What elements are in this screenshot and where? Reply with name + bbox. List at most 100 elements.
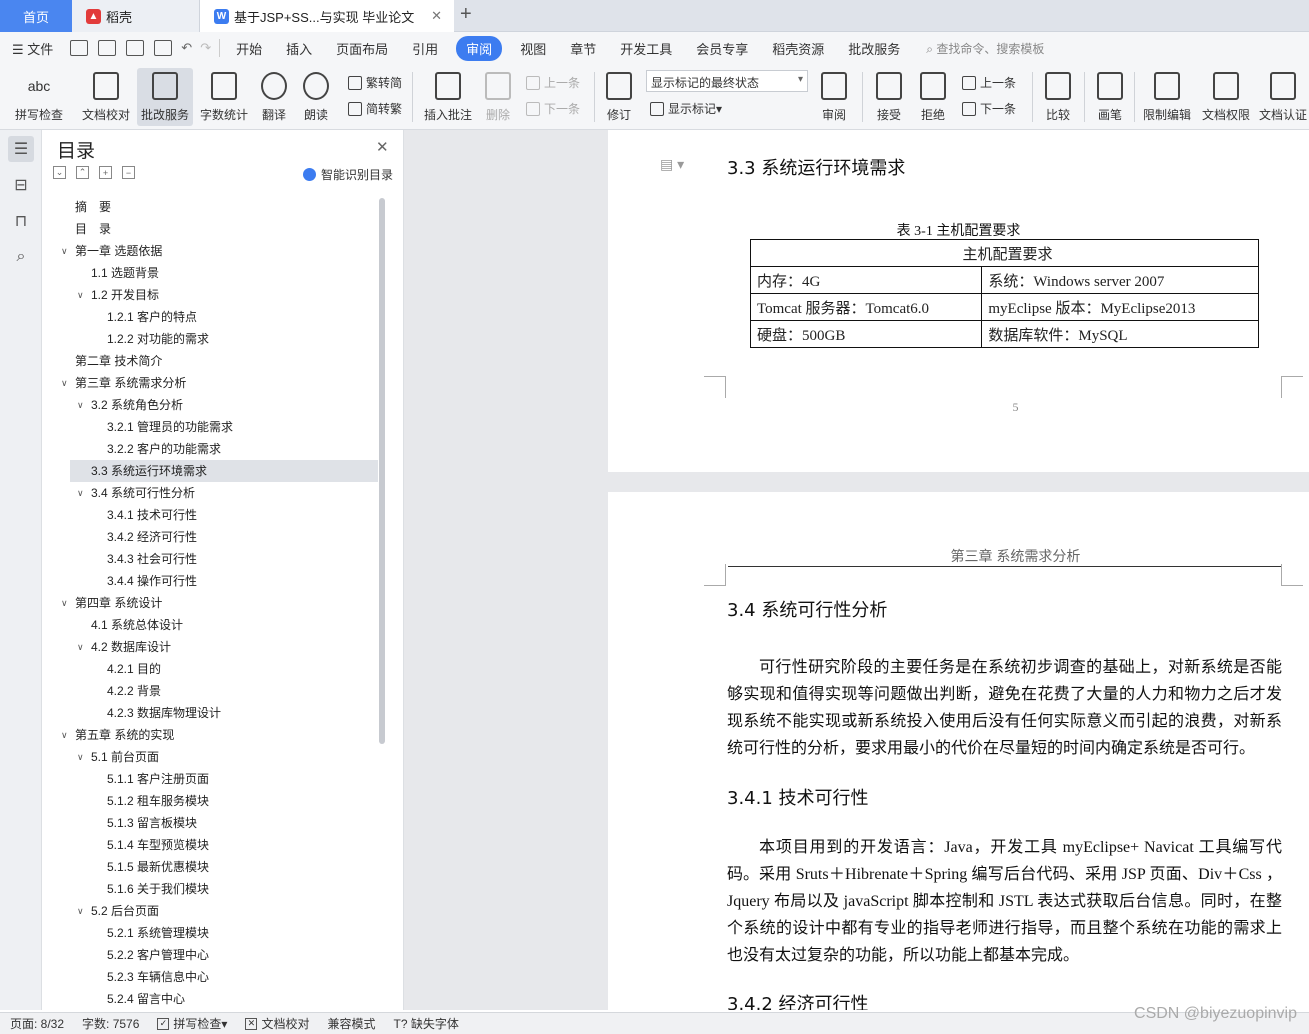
toc-item[interactable]: 5.2.4 留言中心 xyxy=(43,988,378,1010)
chevron-down-icon[interactable]: ∨ xyxy=(61,240,68,262)
add-tab-icon[interactable]: + xyxy=(460,3,472,26)
chevron-down-icon[interactable]: ∨ xyxy=(77,636,84,658)
menu-chapter[interactable]: 章节 xyxy=(558,39,608,58)
doc-proof-button[interactable]: 文档校对 xyxy=(78,68,134,126)
tab-home[interactable]: 首页 xyxy=(0,0,72,32)
toc-item[interactable]: 5.2.3 车辆信息中心 xyxy=(43,966,378,988)
chapter-nav-icon[interactable]: ⊟ xyxy=(8,172,34,198)
menu-member[interactable]: 会员专享 xyxy=(684,39,760,58)
toc-item[interactable]: 3.2.1 管理员的功能需求 xyxy=(43,416,378,438)
toc-icon[interactable]: ☰ xyxy=(8,136,34,162)
proof-status[interactable]: ✕ 文档校对 xyxy=(245,1015,309,1032)
doc-permission-button[interactable]: 文档权限 xyxy=(1199,68,1253,126)
toc-item[interactable]: 1.2.1 客户的特点 xyxy=(43,306,378,328)
toc-item[interactable]: 第二章 技术简介 xyxy=(43,350,378,372)
spell-check-status[interactable]: ✓ 拼写检查 ▾ xyxy=(157,1015,227,1032)
toc-item[interactable]: ∨ 5.1 前台页面 xyxy=(43,746,378,768)
minus-icon[interactable]: − xyxy=(122,166,135,179)
next-change-button[interactable]: 下一条 xyxy=(962,100,1016,117)
chevron-down-icon[interactable]: ∨ xyxy=(77,482,84,504)
toc-item[interactable]: 3.4.3 社会可行性 xyxy=(43,548,378,570)
export-icon[interactable] xyxy=(98,40,117,56)
toc-item[interactable]: 5.1.1 客户注册页面 xyxy=(43,768,378,790)
toc-item[interactable]: 5.2.2 客户管理中心 xyxy=(43,944,378,966)
toc-item[interactable]: ∨ 第一章 选题依据 xyxy=(43,240,378,262)
toc-item[interactable]: 5.1.2 租车服务模块 xyxy=(43,790,378,812)
search-icon[interactable]: ⌕ xyxy=(8,244,34,270)
chevron-down-icon[interactable]: ∨ xyxy=(77,284,84,306)
expand-all-icon[interactable]: ⌃ xyxy=(76,166,89,179)
toc-scrollbar[interactable] xyxy=(379,198,385,744)
menu-view[interactable]: 视图 xyxy=(508,39,558,58)
menu-docer-res[interactable]: 稻壳资源 xyxy=(760,39,836,58)
next-comment-button[interactable]: 下一条 xyxy=(526,100,580,117)
menu-start[interactable]: 开始 xyxy=(224,39,274,58)
print-icon[interactable] xyxy=(126,40,145,56)
chevron-down-icon[interactable]: ∨ xyxy=(61,724,68,746)
toc-item[interactable]: 摘 要 xyxy=(43,196,378,218)
toc-item[interactable]: ∨ 第四章 系统设计 xyxy=(43,592,378,614)
compare-button[interactable]: 比较 xyxy=(1038,68,1078,126)
preview-icon[interactable] xyxy=(154,40,173,56)
accept-button[interactable]: 接受 xyxy=(870,68,908,126)
toc-item[interactable]: 4.2.3 数据库物理设计 xyxy=(43,702,378,724)
menu-reference[interactable]: 引用 xyxy=(400,39,450,58)
toc-item[interactable]: 1.1 选题背景 xyxy=(43,262,378,284)
toc-item[interactable]: 5.2.1 系统管理模块 xyxy=(43,922,378,944)
undo-icon[interactable]: ↶ xyxy=(181,40,192,56)
doc-options-icon[interactable]: ▤ ▾ xyxy=(660,156,684,173)
toc-item[interactable]: 3.4.2 经济可行性 xyxy=(43,526,378,548)
menu-review[interactable]: 审阅 xyxy=(456,35,503,61)
read-aloud-button[interactable]: 朗读 xyxy=(298,68,334,126)
toc-item[interactable]: 4.2.1 目的 xyxy=(43,658,378,680)
menu-insert[interactable]: 插入 xyxy=(274,39,324,58)
chevron-down-icon[interactable]: ∨ xyxy=(77,746,84,768)
trad-to-simp-button[interactable]: 繁转简 xyxy=(348,74,402,91)
toc-item[interactable]: 5.1.6 关于我们模块 xyxy=(43,878,378,900)
toc-item[interactable]: 3.4.4 操作可行性 xyxy=(43,570,378,592)
tab-docer[interactable]: ▲ 稻壳 xyxy=(72,0,200,32)
chevron-down-icon[interactable]: ∨ xyxy=(77,900,84,922)
toc-item[interactable]: 3.4.1 技术可行性 xyxy=(43,504,378,526)
toc-item[interactable]: ∨ 3.2 系统角色分析 xyxy=(43,394,378,416)
toc-item[interactable]: ∨ 第三章 系统需求分析 xyxy=(43,372,378,394)
toc-item[interactable]: 3.3 系统运行环境需求 xyxy=(70,460,378,482)
page-indicator[interactable]: 页面: 8/32 xyxy=(10,1015,64,1032)
menu-layout[interactable]: 页面布局 xyxy=(324,39,400,58)
translate-button[interactable]: 翻译 xyxy=(255,68,293,126)
toc-item[interactable]: ∨ 5.2 后台页面 xyxy=(43,900,378,922)
simp-to-trad-button[interactable]: 简转繁 xyxy=(348,100,402,117)
show-markup-button[interactable]: 显示标记 ▾ xyxy=(650,100,722,117)
word-count-status[interactable]: 字数: 7576 xyxy=(82,1015,139,1032)
word-count-button[interactable]: 字数统计 xyxy=(196,68,252,126)
redo-icon[interactable]: ↷ xyxy=(200,40,211,56)
insert-comment-button[interactable]: 插入批注 xyxy=(422,68,474,126)
close-icon[interactable]: ✕ xyxy=(376,138,389,156)
toc-item[interactable]: 目 录 xyxy=(43,218,378,240)
toc-item[interactable]: 4.1 系统总体设计 xyxy=(43,614,378,636)
prev-comment-button[interactable]: 上一条 xyxy=(526,74,580,91)
correct-service-button[interactable]: 批改服务 xyxy=(137,68,193,126)
menu-correct[interactable]: 批改服务 xyxy=(836,39,912,58)
menu-devtools[interactable]: 开发工具 xyxy=(608,39,684,58)
chevron-down-icon[interactable]: ∨ xyxy=(61,372,68,394)
toc-item[interactable]: ∨ 3.4 系统可行性分析 xyxy=(43,482,378,504)
file-menu[interactable]: ☰ 文件 xyxy=(0,39,65,58)
tab-document[interactable]: W 基于JSP+SS...与实现 毕业论文 ✕ xyxy=(200,0,454,32)
reject-button[interactable]: 拒绝 xyxy=(914,68,952,126)
markup-state-select[interactable]: 显示标记的最终状态 xyxy=(646,70,808,92)
review-pane-button[interactable]: 审阅 xyxy=(814,68,854,126)
prev-change-button[interactable]: 上一条 xyxy=(962,74,1016,91)
command-search[interactable]: ⌕ 查找命令、搜索模板 xyxy=(926,40,1044,57)
close-icon[interactable]: ✕ xyxy=(431,8,442,24)
toc-item[interactable]: ∨ 第五章 系统的实现 xyxy=(43,724,378,746)
toc-item[interactable]: 1.2.2 对功能的需求 xyxy=(43,328,378,350)
toc-item[interactable]: ∨ 1.2 开发目标 xyxy=(43,284,378,306)
plus-icon[interactable]: + xyxy=(99,166,112,179)
toc-item[interactable]: 5.1.5 最新优惠模块 xyxy=(43,856,378,878)
doc-auth-button[interactable]: 文档认证 xyxy=(1257,68,1309,126)
delete-comment-button[interactable]: 删除 xyxy=(480,68,516,126)
save-icon[interactable] xyxy=(70,40,89,56)
track-changes-button[interactable]: 修订 xyxy=(600,68,638,126)
missing-font-status[interactable]: T? 缺失字体 xyxy=(393,1015,458,1032)
